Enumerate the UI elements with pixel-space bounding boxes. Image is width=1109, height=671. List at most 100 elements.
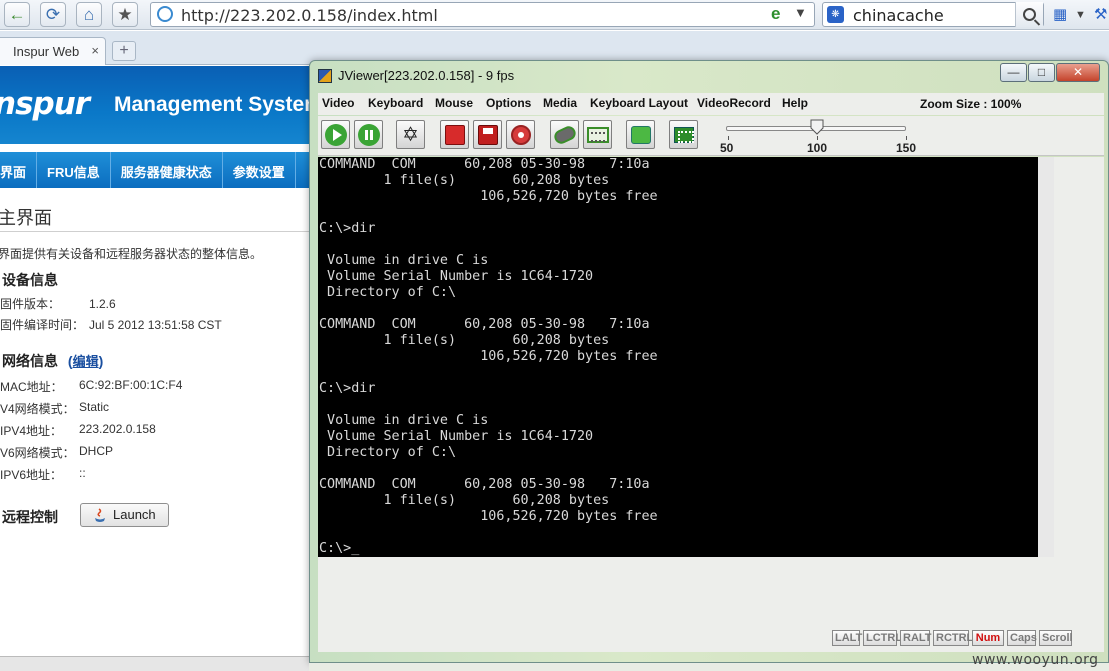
key-indicator-lctrl: LCTRL	[863, 630, 902, 646]
mac-value: 6C:92:BF:00:1C:F4	[79, 378, 183, 392]
page-description: 界面提供有关设备和远程服务器状态的整体信息。	[0, 247, 263, 261]
jviewer-titlebar[interactable]: JViewer[223.202.0.158] - 9 fps — □ ✕	[310, 61, 1108, 89]
refresh-icon[interactable]: ⟳	[40, 2, 66, 27]
menu-keyboard[interactable]: Keyboard	[368, 96, 423, 110]
tab-inspur-web[interactable]: Inspur Web ×	[0, 37, 106, 65]
fullscreen-button[interactable]: ✡	[396, 120, 425, 149]
watermark: www.wooyun.org	[972, 652, 1099, 668]
console-line: 1 file(s) 60,208 bytes	[319, 333, 610, 348]
close-icon[interactable]: ×	[91, 43, 99, 58]
nav-item-fru[interactable]: FRU信息	[37, 152, 111, 188]
url-text[interactable]: http://223.202.0.158/index.html	[181, 6, 438, 25]
key-indicator-caps: Caps	[1007, 630, 1037, 646]
device-info-heading: 设备信息	[2, 272, 58, 288]
firmware-build-label: 固件编译时间：	[0, 318, 85, 332]
ipv4-address-value: 223.202.0.158	[79, 422, 156, 436]
ipv6-address-value: ::	[79, 466, 86, 480]
remote-console[interactable]: COMMAND COM 60,208 05-30-98 7:10a 1 file…	[318, 157, 1038, 557]
zoom-slider-thumb[interactable]	[810, 119, 824, 135]
nav-item-settings[interactable]: 参数设置	[223, 152, 296, 188]
address-bar[interactable]: http://223.202.0.158/index.html e ▼	[150, 2, 815, 27]
edit-network-link[interactable]: 编辑	[73, 354, 99, 369]
back-arrow-icon[interactable]: ←	[4, 2, 30, 27]
mac-label: MAC地址：	[0, 380, 63, 394]
nav-item-health[interactable]: 服务器健康状态	[111, 152, 223, 188]
fullscreen-icon: ✡	[402, 124, 419, 146]
console-scrollbar[interactable]	[1038, 157, 1054, 557]
play-button[interactable]	[321, 120, 350, 149]
search-box[interactable]: ❋ chinacache	[822, 2, 1044, 27]
chevron-down-icon[interactable]: ▼	[1075, 9, 1086, 21]
page-header: nspur Management System	[0, 66, 320, 144]
console-line: Volume Serial Number is 1C64-1720	[319, 429, 594, 444]
soft-keyboard-button[interactable]	[669, 120, 698, 149]
search-icon	[1023, 8, 1036, 21]
browser-toolbar: ← ⟳ ⌂ ★ http://223.202.0.158/index.html …	[0, 0, 1109, 30]
search-button[interactable]	[1015, 2, 1043, 27]
cd-icon	[510, 124, 531, 145]
apps-grid-icon[interactable]: ▦	[1053, 5, 1067, 23]
launch-label: Launch	[113, 507, 156, 522]
key-indicator-num: Num	[972, 630, 1004, 646]
remote-screen-area: COMMAND COM 60,208 05-30-98 7:10a 1 file…	[318, 157, 1104, 651]
paren-close: )	[98, 353, 104, 369]
jviewer-menubar: Video Keyboard Mouse Options Media Keybo…	[318, 93, 1104, 115]
slider-tick	[728, 136, 729, 140]
keyboard-button[interactable]	[583, 120, 612, 149]
floppy-image-button[interactable]	[473, 120, 502, 149]
search-input[interactable]: chinacache	[853, 6, 944, 25]
pause-button[interactable]	[354, 120, 383, 149]
slider-mid-label: 100	[807, 141, 828, 155]
console-line: COMMAND COM 60,208 05-30-98 7:10a	[319, 317, 650, 332]
page-content: 主界面 界面提供有关设备和远程服务器状态的整体信息。 设备信息 固件版本： 1.…	[0, 188, 320, 658]
record-button[interactable]	[626, 120, 655, 149]
ipv4-mode-value: Static	[79, 400, 110, 414]
key-indicator-lalt: LALT	[832, 630, 862, 646]
new-tab-button[interactable]: +	[112, 41, 136, 61]
console-line: C:\>_	[319, 541, 360, 556]
ipv4-address-label: IPV4地址：	[0, 424, 63, 438]
mouse-button[interactable]	[550, 120, 579, 149]
camera-icon	[630, 125, 651, 144]
home-icon[interactable]: ⌂	[76, 2, 102, 27]
console-line: COMMAND COM 60,208 05-30-98 7:10a	[319, 157, 650, 172]
console-line: 106,526,720 bytes free	[319, 189, 658, 204]
menu-help[interactable]: Help	[782, 96, 808, 110]
console-line: Directory of C:\	[319, 445, 457, 460]
ie-compat-icon[interactable]: e	[771, 4, 780, 24]
launch-button[interactable]: Launch	[80, 503, 169, 527]
key-indicator-ralt: RALT	[900, 630, 932, 646]
menu-options[interactable]: Options	[486, 96, 531, 110]
java-icon	[95, 508, 105, 522]
main-nav: 界面 FRU信息 服务器健康状态 参数设置	[0, 152, 320, 188]
cdrom-button[interactable]	[506, 120, 535, 149]
star-icon[interactable]: ★	[112, 2, 138, 27]
keyboard-status-bar: LALT LCTRL RALT RCTRL Num Caps Scroll	[318, 626, 1104, 652]
close-button[interactable]: ✕	[1056, 63, 1100, 82]
menu-videorecord[interactable]: VideoRecord	[697, 96, 771, 110]
console-line: C:\>dir	[319, 381, 376, 396]
console-line: Directory of C:\	[319, 285, 457, 300]
ipv6-mode-value: DHCP	[79, 444, 114, 458]
menu-media[interactable]: Media	[543, 96, 577, 110]
slider-tick	[906, 136, 907, 140]
nav-item-home[interactable]: 界面	[0, 152, 38, 188]
firmware-version-value: 1.2.6	[89, 297, 116, 311]
ipv4-mode-label: V4网络模式：	[0, 402, 75, 416]
maximize-button[interactable]: □	[1028, 63, 1055, 82]
menu-keyboard-layout[interactable]: Keyboard Layout	[590, 96, 688, 110]
menu-video[interactable]: Video	[322, 96, 354, 110]
mouse-icon	[551, 123, 578, 146]
menu-mouse[interactable]: Mouse	[435, 96, 473, 110]
floppy-redirect-button[interactable]	[440, 120, 469, 149]
search-engine-icon[interactable]: ❋	[827, 6, 844, 23]
console-line: 106,526,720 bytes free	[319, 509, 658, 524]
wrench-icon[interactable]: ⚒	[1094, 5, 1107, 23]
minimize-button[interactable]: —	[1000, 63, 1027, 82]
chevron-down-icon[interactable]: ▼	[794, 5, 807, 20]
